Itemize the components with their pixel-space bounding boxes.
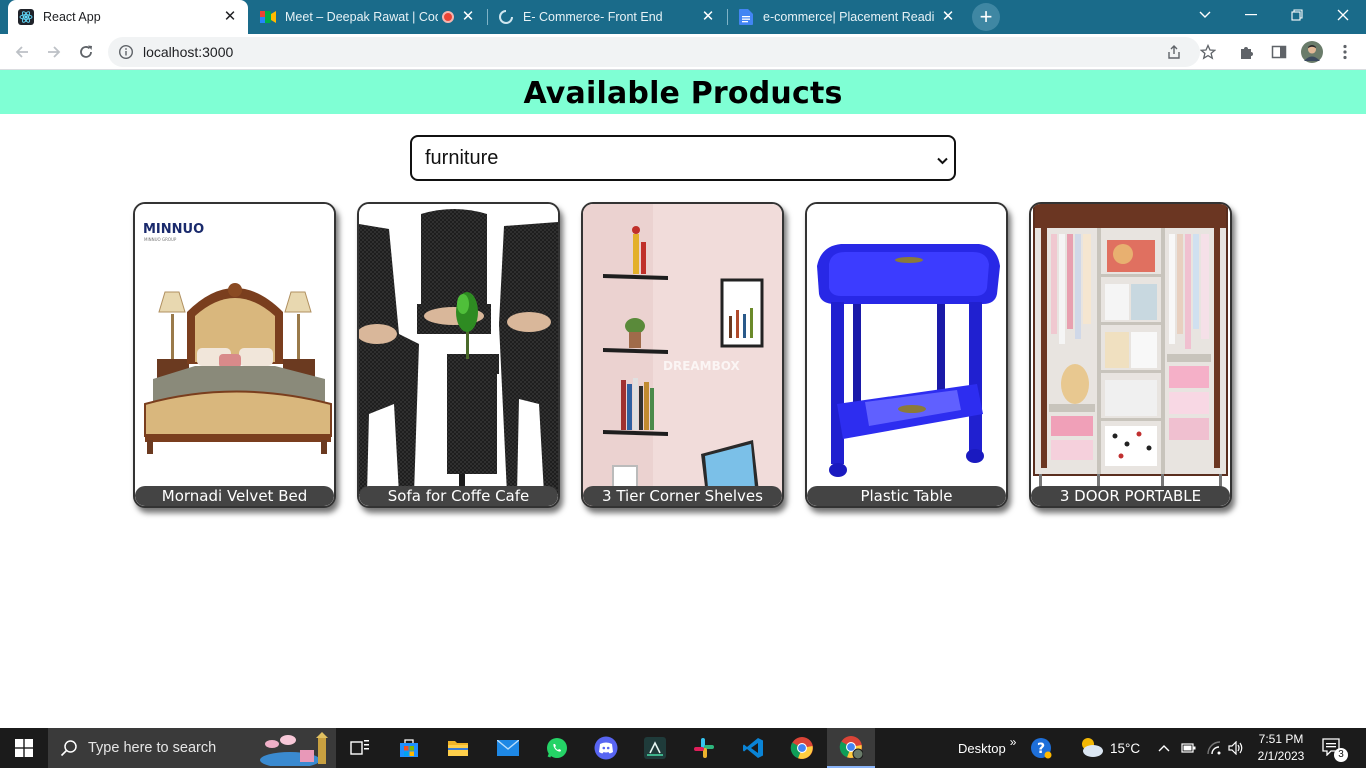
bookmark-star-icon[interactable] (1196, 40, 1220, 64)
google-meet-icon (260, 9, 276, 25)
product-card[interactable]: MINNUO MINNUO GROUP Mornadi Velvet Bed (133, 202, 336, 508)
discord-icon[interactable] (582, 728, 630, 768)
product-card[interactable]: 3 DOOR PORTABLE (1029, 202, 1232, 508)
product-name: Mornadi Velvet Bed (135, 486, 334, 506)
browser-tab-strip: React App ✕ Meet – Deepak Rawat | Codi ✕… (0, 0, 1366, 34)
menu-dots-icon[interactable] (1333, 40, 1357, 64)
chrome-profile-icon[interactable] (827, 728, 875, 768)
bed-brand-sub-text: MINNUO GROUP (144, 237, 177, 242)
extensions-puzzle-icon[interactable] (1235, 40, 1259, 64)
show-hidden-icons-chevron[interactable] (1158, 728, 1170, 768)
partly-cloudy-icon (1078, 736, 1104, 761)
chrome-icon[interactable] (778, 728, 826, 768)
close-tab-icon[interactable]: ✕ (940, 9, 956, 25)
desktop-label: Desktop (958, 740, 1006, 756)
product-name: 3 DOOR PORTABLE (1031, 486, 1230, 506)
shelves-watermark: DREAMBOX (663, 359, 741, 373)
product-image-shelves: DREAMBOX (583, 204, 782, 506)
notifications-button[interactable]: 3 (1322, 728, 1348, 768)
page-content: Available Products furniture MINNUO MINN… (0, 70, 1366, 728)
close-tab-icon[interactable]: ✕ (222, 9, 238, 25)
header-banner: Available Products (0, 70, 1366, 114)
reload-icon[interactable] (74, 40, 98, 64)
product-card[interactable]: Plastic Table (805, 202, 1008, 508)
category-select[interactable]: furniture (410, 135, 956, 181)
url-text: localhost:3000 (143, 44, 234, 60)
site-info-icon[interactable] (118, 44, 134, 65)
file-explorer-icon[interactable] (434, 728, 482, 768)
tab-meet[interactable]: Meet – Deepak Rawat | Codi ✕ (250, 0, 486, 34)
tab-ecommerce-front-end[interactable]: E- Commerce- Front End ✕ (488, 0, 726, 34)
close-tab-icon[interactable]: ✕ (460, 9, 476, 25)
tab-title: E- Commerce- Front End (523, 10, 663, 24)
profile-avatar[interactable] (1300, 40, 1324, 64)
wifi-icon[interactable] (1206, 728, 1222, 768)
vscode-icon[interactable] (729, 728, 777, 768)
weather-widget[interactable]: 15°C (1078, 728, 1140, 768)
chevron-double-right-icon: » (1009, 735, 1017, 749)
product-name: Sofa for Coffe Cafe (359, 486, 558, 506)
tab-title: React App (43, 10, 101, 24)
product-name: Plastic Table (807, 486, 1006, 506)
microsoft-store-icon[interactable] (385, 728, 433, 768)
forward-arrow-icon[interactable] (42, 40, 66, 64)
back-arrow-icon[interactable] (10, 40, 34, 64)
address-bar[interactable]: localhost:3000 (108, 37, 1200, 67)
tab-title: e-commerce| Placement Readine (763, 10, 934, 24)
code-editor-app-icon[interactable] (631, 728, 679, 768)
slack-icon[interactable] (680, 728, 728, 768)
loading-spinner-icon (498, 9, 514, 25)
clock-time: 7:51 PM (1258, 732, 1304, 746)
restore-icon[interactable] (1274, 0, 1320, 30)
desktop-toolbar[interactable]: Desktop » (958, 728, 1016, 768)
tab-search-icon[interactable] (1182, 0, 1228, 30)
battery-icon[interactable] (1181, 728, 1197, 768)
notification-icon: 3 (1322, 737, 1348, 762)
taskbar-search-box[interactable]: Type here to search (48, 728, 336, 768)
product-image-bed: MINNUO MINNUO GROUP (135, 204, 334, 506)
share-icon[interactable] (1166, 44, 1182, 65)
bed-brand-text: MINNUO (143, 222, 204, 237)
side-panel-icon[interactable] (1267, 40, 1291, 64)
category-select-value: furniture (425, 147, 499, 169)
product-card[interactable]: Sofa for Coffe Cafe (357, 202, 560, 508)
google-docs-icon (738, 9, 754, 25)
search-icon (60, 739, 78, 762)
tab-placement-readiness[interactable]: e-commerce| Placement Readine ✕ (728, 0, 966, 34)
taskbar: Type here to search Desktop » ? 15°C 7:5… (0, 728, 1366, 768)
product-image-wardrobe (1031, 204, 1230, 506)
volume-icon[interactable] (1228, 728, 1244, 768)
search-placeholder: Type here to search (88, 740, 217, 756)
product-image-sofa (359, 204, 558, 506)
page-title: Available Products (523, 76, 843, 111)
react-logo-icon (18, 9, 34, 25)
tab-title: Meet – Deepak Rawat | Codi (285, 10, 438, 24)
clock-date: 2/1/2023 (1257, 749, 1305, 763)
product-name: 3 Tier Corner Shelves (583, 486, 782, 506)
notification-count-badge: 3 (1334, 747, 1348, 762)
svg-text:?: ? (1037, 741, 1045, 757)
close-window-icon[interactable] (1320, 0, 1366, 30)
task-view-icon[interactable] (336, 728, 384, 768)
tab-react-app[interactable]: React App ✕ (8, 0, 248, 34)
product-image-table (807, 204, 1006, 506)
search-highlight-image (260, 732, 334, 771)
help-icon[interactable]: ? (1030, 728, 1052, 768)
chevron-down-icon (937, 152, 948, 170)
browser-toolbar: localhost:3000 (0, 34, 1366, 70)
new-tab-button[interactable]: + (972, 3, 1000, 31)
minimize-icon[interactable] (1228, 0, 1274, 30)
weather-temperature: 15°C (1110, 740, 1141, 756)
recording-indicator-icon (442, 11, 454, 23)
product-card[interactable]: DREAMBOX 3 Tier Corner Shelves (581, 202, 784, 508)
whatsapp-icon[interactable] (533, 728, 581, 768)
clock[interactable]: 7:51 PM 2/1/2023 (1248, 731, 1314, 765)
close-tab-icon[interactable]: ✕ (700, 9, 716, 25)
mail-icon[interactable] (484, 728, 532, 768)
windows-start-icon[interactable] (0, 728, 48, 768)
